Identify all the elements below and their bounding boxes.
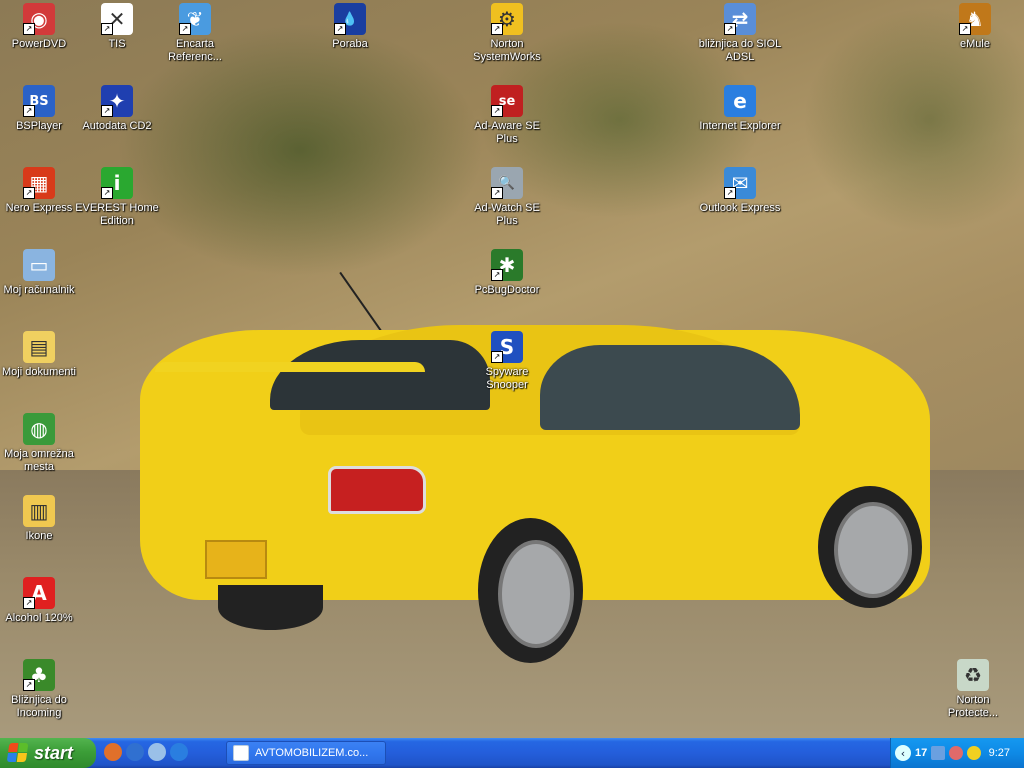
my-documents-icon: ▤ xyxy=(23,331,55,363)
desktop-icon[interactable]: ▥ Ikone xyxy=(0,495,82,543)
desktop-icon[interactable]: ⚙ ↗ Norton SystemWorks xyxy=(464,3,550,64)
desktop-icon[interactable]: se ↗ Ad-Aware SE Plus xyxy=(464,85,550,146)
poraba-icon: 💧 ↗ xyxy=(334,3,366,35)
car-taillight xyxy=(328,466,426,514)
icon-label: EVEREST Home Edition xyxy=(75,202,159,227)
desktop-icon[interactable]: ❦ ↗ Encarta Referenc... xyxy=(152,3,238,64)
taskbar-window-label: AVTOMOBILIZEM.co... xyxy=(255,747,369,759)
icon-label: eMule xyxy=(960,38,990,50)
icon-label: PcBugDoctor xyxy=(474,284,540,296)
icon-label: bližnjica do SIOL ADSL xyxy=(698,38,782,63)
show-desktop-icon[interactable] xyxy=(148,743,166,761)
desktop-icon[interactable]: S ↗ Spyware Snooper xyxy=(464,331,550,392)
icon-label: Norton Protecte... xyxy=(947,694,999,719)
folder-icon: ▥ xyxy=(23,495,55,527)
car-license-plate xyxy=(205,540,267,579)
people-tray-icon[interactable] xyxy=(949,746,964,760)
icon-label: PowerDVD xyxy=(11,38,67,50)
spyware-snooper-icon: S ↗ xyxy=(491,331,523,363)
icon-label: Moj računalnik xyxy=(3,284,75,296)
icon-label: Encarta Referenc... xyxy=(168,38,222,63)
tis-icon: ✕ ↗ xyxy=(101,3,133,35)
icon-label: Bližnjica do Incoming xyxy=(11,694,67,719)
smiley-tray-icon[interactable] xyxy=(967,746,982,760)
icon-label: Poraba xyxy=(332,38,368,50)
car-wheel-front-rim xyxy=(834,502,912,598)
car-antenna xyxy=(339,271,387,339)
pcbugdoctor-icon: ✱ ↗ xyxy=(491,249,523,281)
desktop-icon[interactable]: ♻ Norton Protecte... xyxy=(930,659,1016,720)
norton-systemworks-icon: ⚙ ↗ xyxy=(491,3,523,35)
emule-icon: ♞ ↗ xyxy=(959,3,991,35)
network-connection-icon: ⇄ ↗ xyxy=(724,3,756,35)
icon-label: Alcohol 120% xyxy=(5,612,73,624)
icon-label: BSPlayer xyxy=(16,120,62,132)
desktop-icon[interactable]: 💧 ↗ Poraba xyxy=(307,3,393,51)
internet-explorer-icon: e xyxy=(724,85,756,117)
desktop-icon[interactable]: ▦ ↗ Nero Express xyxy=(0,167,82,215)
system-tray: ‹ 17 9:27 xyxy=(890,738,1024,768)
desktop-icon[interactable]: ◉ ↗ PowerDVD xyxy=(0,3,82,51)
alcohol-120-icon: A ↗ xyxy=(23,577,55,609)
start-button[interactable]: start xyxy=(0,738,96,768)
clock[interactable]: 9:27 xyxy=(989,747,1010,759)
car-wheel-rear-rim xyxy=(498,540,574,648)
desktop-icon[interactable]: ✱ ↗ PcBugDoctor xyxy=(464,249,550,297)
outlook-express-icon: ✉ ↗ xyxy=(724,167,756,199)
internet-explorer-icon[interactable] xyxy=(170,743,188,761)
windows-logo-icon xyxy=(6,743,30,763)
icon-label: Moja omrežna mesta xyxy=(4,448,74,473)
icon-label: Outlook Express xyxy=(699,202,781,214)
network-tray-icon[interactable] xyxy=(931,746,946,760)
icon-label: Ad-Aware SE Plus xyxy=(474,120,540,145)
desktop-icon[interactable]: ✦ ↗ Autodata CD2 xyxy=(74,85,160,133)
browser-window-icon xyxy=(233,745,249,761)
tree-folder-icon: ♣ ↗ xyxy=(23,659,55,691)
icon-label: TIS xyxy=(108,38,126,50)
desktop-icon[interactable]: ✉ ↗ Outlook Express xyxy=(697,167,783,215)
desktop-icon[interactable]: ♣ ↗ Bližnjica do Incoming xyxy=(0,659,82,720)
desktop-icon[interactable]: ✕ ↗ TIS xyxy=(74,3,160,51)
ad-aware-icon: se ↗ xyxy=(491,85,523,117)
desktop-icon[interactable]: ▭ Moj računalnik xyxy=(0,249,82,297)
show-hidden-icons-chevron-icon[interactable]: ‹ xyxy=(895,745,911,761)
firefox-icon[interactable] xyxy=(104,743,122,761)
desktop-icon[interactable]: 🔍 ↗ Ad-Watch SE Plus xyxy=(464,167,550,228)
icon-label: Nero Express xyxy=(5,202,73,214)
icon-label: Autodata CD2 xyxy=(82,120,152,132)
start-label: start xyxy=(34,742,74,763)
ad-watch-icon: 🔍 ↗ xyxy=(491,167,523,199)
taskbar-window-button[interactable]: AVTOMOBILIZEM.co... xyxy=(226,741,386,765)
everest-icon: i ↗ xyxy=(101,167,133,199)
my-computer-icon: ▭ xyxy=(23,249,55,281)
bsplayer-icon: BS ↗ xyxy=(23,85,55,117)
desktop-icon[interactable]: ♞ ↗ eMule xyxy=(932,3,1018,51)
car-side-window xyxy=(540,345,800,430)
desktop-icon[interactable]: BS ↗ BSPlayer xyxy=(0,85,82,133)
icon-label: Norton SystemWorks xyxy=(473,38,541,63)
icon-label: Spyware Snooper xyxy=(485,366,529,391)
autodata-icon: ✦ ↗ xyxy=(101,85,133,117)
recycle-bin-icon: ♻ xyxy=(957,659,989,691)
desktop-icon[interactable]: ◍ Moja omrežna mesta xyxy=(0,413,82,474)
powerdvd-icon: ◉ ↗ xyxy=(23,3,55,35)
quick-launch xyxy=(104,743,188,763)
media-player-icon[interactable] xyxy=(126,743,144,761)
desktop-icon[interactable]: A ↗ Alcohol 120% xyxy=(0,577,82,625)
desktop-icon[interactable]: e Internet Explorer xyxy=(697,85,783,133)
icon-label: Ad-Watch SE Plus xyxy=(474,202,540,227)
taskbar: start AVTOMOBILIZEM.co... ‹ 17 9:27 xyxy=(0,738,1024,768)
desktop-icon[interactable]: i ↗ EVEREST Home Edition xyxy=(74,167,160,228)
desktop-icon[interactable]: ⇄ ↗ bližnjica do SIOL ADSL xyxy=(697,3,783,64)
tray-badge-count: 17 xyxy=(915,747,928,759)
icon-label: Ikone xyxy=(25,530,53,542)
car-wheel-rear-left xyxy=(218,585,323,630)
desktop-icon[interactable]: ▤ Moji dokumenti xyxy=(0,331,82,379)
nero-express-icon: ▦ ↗ xyxy=(23,167,55,199)
icon-label: Moji dokumenti xyxy=(2,366,76,378)
car-spoiler xyxy=(155,362,425,442)
icon-label: Internet Explorer xyxy=(699,120,781,132)
encarta-icon: ❦ ↗ xyxy=(179,3,211,35)
my-network-places-icon: ◍ xyxy=(23,413,55,445)
